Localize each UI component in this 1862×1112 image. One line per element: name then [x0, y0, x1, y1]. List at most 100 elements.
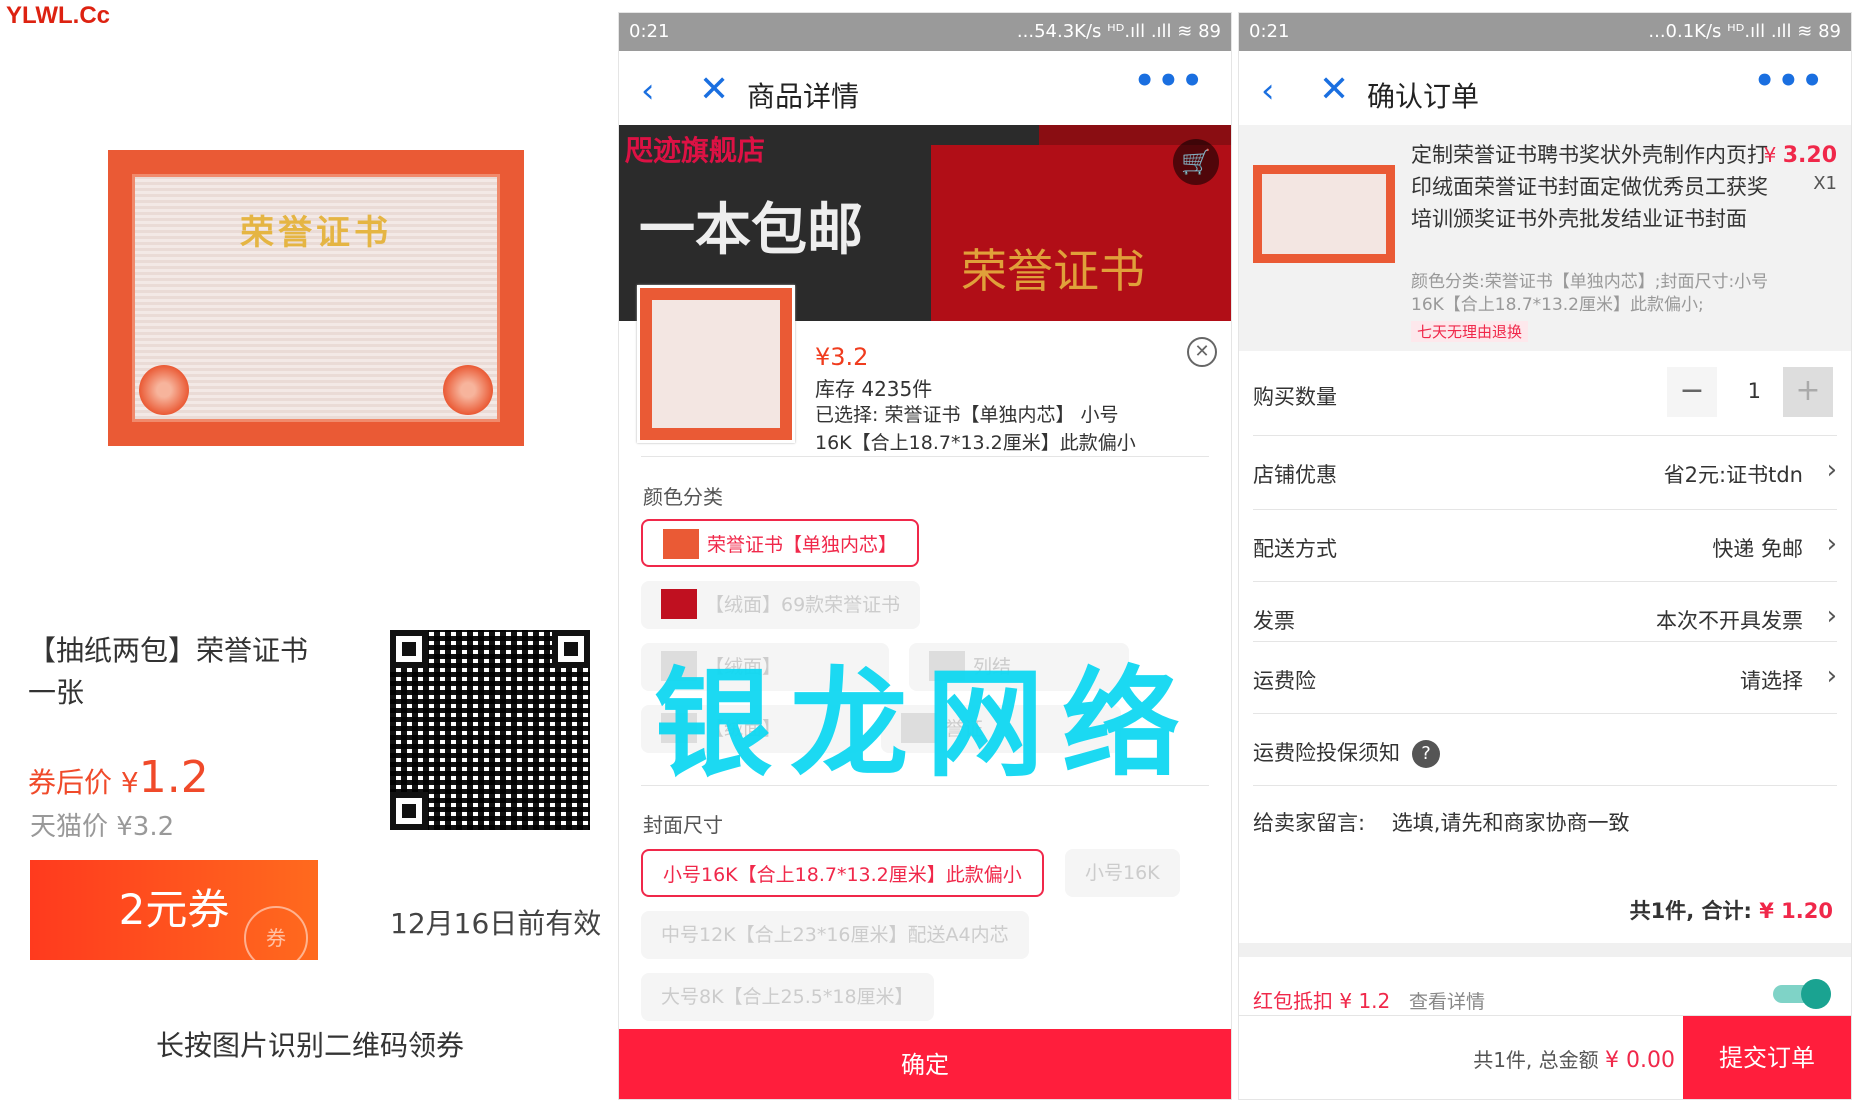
- message-input[interactable]: 选填,请先和商家协商一致: [1392, 811, 1630, 835]
- summary-amount: ¥ 1.20: [1759, 899, 1833, 923]
- size-option[interactable]: 小号16K: [1065, 849, 1180, 897]
- option-thumb: [663, 528, 699, 559]
- sku-price: ¥3.2: [815, 343, 869, 371]
- coupon-badge[interactable]: 2元券 券: [22, 860, 318, 970]
- quantity-minus-button[interactable]: −: [1667, 367, 1717, 417]
- confirm-button[interactable]: 确定: [619, 1029, 1231, 1099]
- close-icon[interactable]: ✕: [1187, 337, 1217, 367]
- close-icon[interactable]: ✕: [699, 69, 729, 110]
- checkout-total: 共1件, 总金额 ¥ 0.00: [1473, 1044, 1675, 1073]
- cart-icon[interactable]: 🛒: [1173, 139, 1219, 185]
- back-icon[interactable]: ‹: [1261, 71, 1275, 111]
- row-label: 运费险投保须知: [1253, 741, 1400, 765]
- shop-discount-row[interactable]: 店铺优惠 省2元:证书tdn ›: [1253, 455, 1837, 489]
- size-option[interactable]: 小号16K【合上18.7*13.2厘米】此款偏小: [641, 849, 1044, 897]
- certificate-title: 荣誉证书: [240, 213, 392, 253]
- color-option[interactable]: 【绒面】69款荣誉证书: [641, 581, 921, 629]
- row-label: 店铺优惠: [1253, 463, 1337, 487]
- return-badge: 七天无理由退换: [1411, 321, 1529, 342]
- option-label: 列结: [973, 656, 1012, 678]
- status-indicators: ...0.1K/s ᴴᴰ.ıll .ıll ≋ 89: [1648, 21, 1841, 42]
- row-label: 配送方式: [1253, 537, 1337, 561]
- tmall-price: 天猫价 ¥3.2: [30, 812, 175, 842]
- divider: [1253, 509, 1837, 510]
- item-quantity: X1: [1813, 173, 1837, 194]
- message-row: 给卖家留言: 选填,请先和商家协商一致: [1253, 807, 1837, 837]
- item-price: ¥ 3.20: [1764, 143, 1837, 168]
- divider: [1253, 641, 1837, 642]
- delivery-row[interactable]: 配送方式 快递 免邮 ›: [1253, 529, 1837, 563]
- color-option[interactable]: 【绒面】: [641, 643, 889, 691]
- sku-sheet: ¥3.2 库存 4235件 已选择: 荣誉证书【单独内芯】 小号16K【合上18…: [619, 285, 1231, 1099]
- freight-notice-row[interactable]: 运费险投保须知?: [1253, 737, 1837, 768]
- total-prefix: 共1件, 总金额: [1473, 1048, 1599, 1072]
- invoice-row[interactable]: 发票 本次不开具发票 ›: [1253, 601, 1837, 635]
- chevron-right-icon: ›: [1826, 455, 1837, 485]
- order-item[interactable]: 定制荣誉证书聘书奖状外壳制作内页打印绒面荣誉证书封面定做优秀员工获奖培训颁奖证书…: [1239, 125, 1851, 351]
- quantity-value[interactable]: 1: [1748, 379, 1761, 403]
- after-price-label: 券后价 ¥: [28, 766, 139, 799]
- banner-slogan: 一本包邮: [639, 198, 863, 263]
- page-title: 确认订单: [1367, 80, 1480, 113]
- option-thumb: [901, 712, 937, 743]
- total-amount: ¥ 0.00: [1605, 1048, 1675, 1073]
- redpack-label: 红包抵扣 ¥ 1.2: [1253, 989, 1391, 1013]
- option-label: 【绒面】: [705, 656, 782, 678]
- qr-code[interactable]: [390, 630, 590, 830]
- size-section-label: 封面尺寸: [643, 813, 723, 837]
- promo-panel: YLWL.Cc 荣誉证书 【抽纸两包】荣誉证书一张 券后价 ¥1.2 天猫价 ¥…: [0, 0, 620, 1112]
- option-label: 【绒面】69款荣誉证书: [705, 594, 901, 616]
- freight-insurance-row[interactable]: 运费险 请选择 ›: [1253, 661, 1837, 695]
- valid-until: 12月16日前有效: [390, 907, 602, 940]
- color-option[interactable]: 【绒面】: [641, 705, 861, 753]
- checkout-bar: 共1件, 总金额 ¥ 0.00 提交订单: [1239, 1015, 1851, 1099]
- close-icon[interactable]: ✕: [1319, 69, 1349, 110]
- qr-finder: [552, 630, 590, 668]
- page-title: 商品详情: [747, 80, 860, 113]
- quantity-label: 购买数量: [1253, 385, 1337, 409]
- color-option[interactable]: 荣誉证书【单独内芯】: [641, 519, 920, 567]
- sku-selected: 已选择: 荣誉证书【单独内芯】 小号16K【合上18.7*13.2厘米】此款偏小: [815, 404, 1136, 454]
- option-label: 誉证: [945, 718, 984, 740]
- status-bar: 0:21 ...54.3K/s ᴴᴰ.ıll .ıll ≋ 89: [619, 13, 1231, 51]
- banner-shop-name: 咫迹旗舰店: [625, 134, 766, 167]
- option-label: 大号8K【合上25.5*18厘米】: [661, 986, 914, 1008]
- help-icon[interactable]: ?: [1412, 740, 1440, 768]
- site-logo: YLWL.Cc: [6, 2, 111, 29]
- size-option[interactable]: 中号12K【合上23*16厘米】配送A4内芯: [641, 911, 1029, 959]
- coupon-stamp: 券: [244, 906, 308, 970]
- sku-thumbnail: [637, 285, 795, 443]
- order-summary: 共1件, 合计: ¥ 1.20: [1630, 895, 1833, 925]
- divider: [641, 785, 1209, 786]
- more-icon[interactable]: •••: [1134, 61, 1205, 101]
- quantity-plus-button[interactable]: +: [1783, 367, 1833, 417]
- redpack-detail-link[interactable]: 查看详情: [1409, 987, 1485, 1014]
- back-icon[interactable]: ‹: [641, 71, 655, 111]
- option-thumb: [929, 650, 965, 681]
- redpack-toggle[interactable]: [1773, 979, 1831, 1009]
- toggle-knob: [1801, 979, 1831, 1009]
- sku-stock: 库存 4235件: [815, 377, 933, 401]
- option-thumb: [661, 588, 697, 619]
- submit-order-button[interactable]: 提交订单: [1683, 1016, 1851, 1099]
- item-thumbnail: [1253, 165, 1395, 263]
- product-detail-screen: 0:21 ...54.3K/s ᴴᴰ.ıll .ıll ≋ 89 ‹ ✕ 商品详…: [618, 12, 1232, 1100]
- row-value: 请选择: [1740, 669, 1803, 693]
- after-price-value: 1.2: [138, 752, 209, 803]
- banner-cert-text: 荣誉证书: [961, 244, 1145, 298]
- coupon-label: 2元券: [118, 885, 230, 934]
- price-symbol: ¥: [1763, 143, 1777, 167]
- chevron-right-icon: ›: [1826, 661, 1837, 691]
- status-indicators: ...54.3K/s ᴴᴰ.ıll .ıll ≋ 89: [1016, 21, 1221, 42]
- color-section-label: 颜色分类: [643, 485, 723, 509]
- color-option[interactable]: 誉证: [881, 705, 1121, 753]
- size-option[interactable]: 大号8K【合上25.5*18厘米】: [641, 973, 934, 1021]
- after-coupon-price: 券后价 ¥1.2: [28, 752, 209, 803]
- product-title: 【抽纸两包】荣誉证书一张: [28, 634, 309, 709]
- divider: [1253, 435, 1837, 436]
- status-time: 0:21: [629, 21, 670, 42]
- more-icon[interactable]: •••: [1754, 61, 1825, 101]
- color-option[interactable]: 列结: [909, 643, 1129, 691]
- row-value: 本次不开具发票: [1656, 609, 1803, 633]
- option-thumb: [661, 650, 697, 681]
